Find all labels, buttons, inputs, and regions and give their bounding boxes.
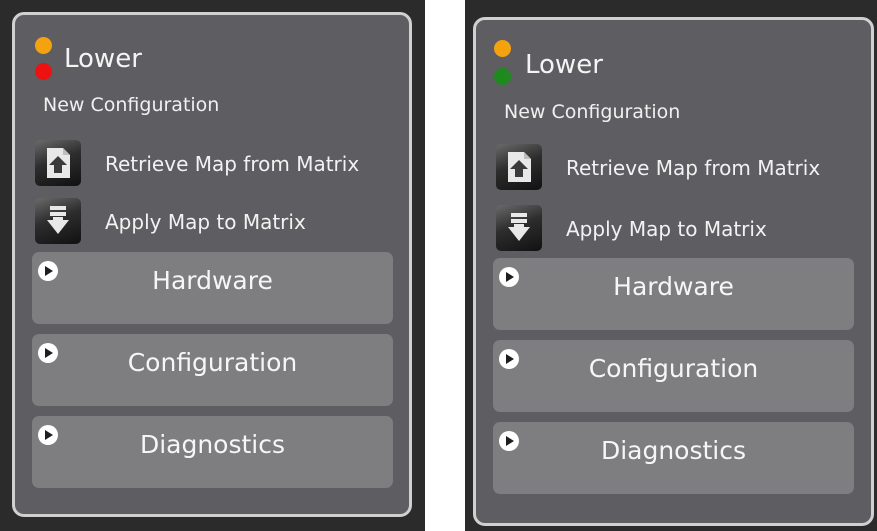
status-indicator-top xyxy=(494,40,511,57)
retrieve-map-icon xyxy=(35,140,81,186)
retrieve-map-button[interactable]: Retrieve Map from Matrix xyxy=(496,144,846,190)
apply-map-icon xyxy=(35,198,81,244)
status-indicator-bottom xyxy=(494,68,511,85)
section-label: Configuration xyxy=(588,354,759,383)
apply-map-icon xyxy=(496,205,542,251)
apply-map-button[interactable]: Apply Map to Matrix xyxy=(35,198,385,244)
retrieve-map-icon xyxy=(496,144,542,190)
section-diagnostics[interactable]: Diagnostics xyxy=(32,416,393,488)
status-indicator-bottom xyxy=(35,63,52,80)
apply-map-button[interactable]: Apply Map to Matrix xyxy=(496,205,846,251)
section-hardware[interactable]: Hardware xyxy=(493,258,854,330)
section-configuration[interactable]: Configuration xyxy=(32,334,393,406)
retrieve-map-label: Retrieve Map from Matrix xyxy=(105,152,360,176)
apply-map-label: Apply Map to Matrix xyxy=(566,217,767,241)
section-label: Hardware xyxy=(152,266,273,295)
apply-map-label: Apply Map to Matrix xyxy=(105,210,306,234)
status-indicator-top xyxy=(35,37,52,54)
device-panel-right: Lower New Configuration Retrieve Map fro… xyxy=(473,17,874,526)
device-panel-left: Lower New Configuration Retrieve Map fro… xyxy=(12,12,412,517)
device-title: Lower xyxy=(525,50,603,80)
device-title: Lower xyxy=(64,44,142,74)
section-label: Diagnostics xyxy=(600,436,747,465)
section-label: Configuration xyxy=(127,348,298,377)
retrieve-map-label: Retrieve Map from Matrix xyxy=(566,156,821,180)
configuration-name: New Configuration xyxy=(43,94,220,116)
retrieve-map-button[interactable]: Retrieve Map from Matrix xyxy=(35,140,385,186)
section-hardware[interactable]: Hardware xyxy=(32,252,393,324)
section-diagnostics[interactable]: Diagnostics xyxy=(493,422,854,494)
configuration-name: New Configuration xyxy=(504,101,681,123)
section-configuration[interactable]: Configuration xyxy=(493,340,854,412)
section-label: Diagnostics xyxy=(139,430,286,459)
section-label: Hardware xyxy=(613,272,734,301)
